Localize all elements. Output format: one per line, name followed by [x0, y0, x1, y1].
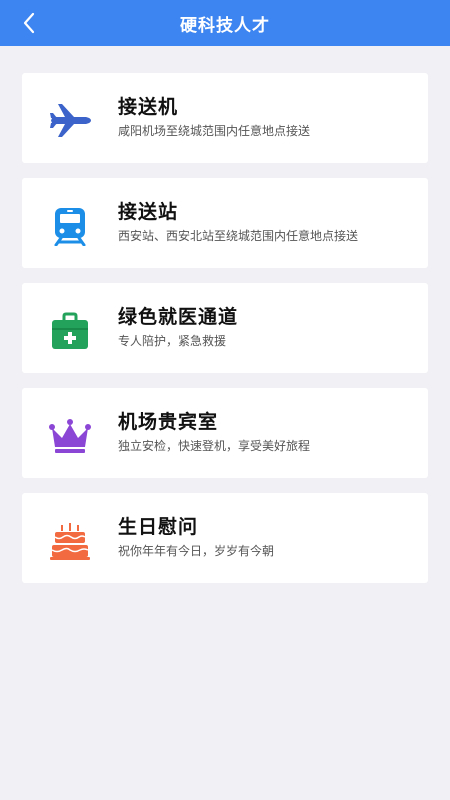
service-card-medical-channel[interactable]: 绿色就医通道 专人陪护，紧急救援	[22, 283, 428, 373]
service-card-birthday-greeting[interactable]: 生日慰问 祝你年年有今日，岁岁有今朝	[22, 493, 428, 583]
train-icon	[46, 206, 94, 246]
back-button[interactable]	[14, 8, 44, 38]
service-card-station-transfer[interactable]: 接送站 西安站、西安北站至绕城范围内任意地点接送	[22, 178, 428, 268]
service-list: 接送机 咸阳机场至绕城范围内任意地点接送 接送站 西安站、西安北站至绕城范围内任…	[22, 73, 428, 598]
service-title: 机场贵宾室	[118, 411, 219, 433]
service-title: 绿色就医通道	[118, 306, 239, 328]
crown-icon	[46, 416, 94, 456]
service-card-airport-transfer[interactable]: 接送机 咸阳机场至绕城范围内任意地点接送	[22, 73, 428, 163]
service-subtitle: 西安站、西安北站至绕城范围内任意地点接送	[118, 229, 359, 243]
airplane-icon	[46, 101, 94, 141]
service-title: 生日慰问	[118, 516, 199, 538]
service-subtitle: 专人陪护，紧急救援	[118, 334, 227, 348]
birthday-cake-icon	[46, 521, 94, 561]
service-card-vip-lounge[interactable]: 机场贵宾室 独立安检，快速登机，享受美好旅程	[22, 388, 428, 478]
service-title: 接送站	[118, 201, 179, 223]
service-subtitle: 咸阳机场至绕城范围内任意地点接送	[118, 124, 311, 138]
page-title: 硬科技人才	[180, 15, 270, 36]
service-subtitle: 独立安检，快速登机，享受美好旅程	[118, 439, 311, 453]
chevron-left-icon	[23, 12, 35, 34]
service-subtitle: 祝你年年有今日，岁岁有今朝	[118, 544, 275, 558]
app-header: 硬科技人才	[0, 0, 450, 46]
medical-kit-icon	[46, 311, 94, 351]
service-title: 接送机	[118, 96, 179, 118]
